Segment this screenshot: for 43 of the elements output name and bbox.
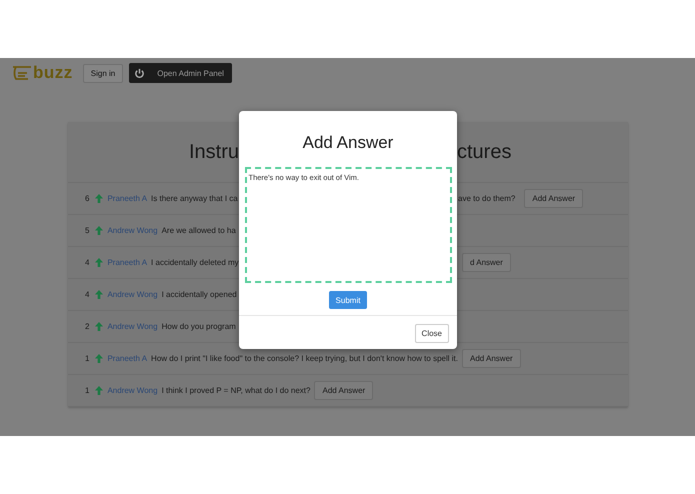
vote-count: 1 bbox=[85, 386, 90, 395]
question-text: I accidentally opened bbox=[162, 290, 237, 299]
panel-title: Instru bbox=[188, 140, 239, 164]
add-answer-button[interactable]: Add Answer bbox=[462, 349, 521, 368]
question-text: How do you program bbox=[162, 322, 236, 331]
upvote-arrow-icon[interactable] bbox=[95, 194, 104, 203]
logo-text: buzz bbox=[33, 63, 73, 83]
admin-panel-button[interactable]: Open Admin Panel bbox=[129, 63, 232, 83]
power-icon bbox=[134, 68, 146, 78]
author-link[interactable]: Praneeth A bbox=[107, 194, 148, 203]
close-button[interactable]: Close bbox=[414, 324, 449, 343]
add-answer-button[interactable]: Add Answer bbox=[314, 381, 374, 400]
question-text: I accidentally deleted my bbox=[151, 258, 239, 267]
author-link[interactable]: Andrew Wong bbox=[107, 322, 158, 331]
question-text: Is there anyway that I ca bbox=[151, 194, 238, 203]
upvote-arrow-icon[interactable] bbox=[95, 226, 104, 235]
vote-count: 1 bbox=[85, 354, 90, 363]
panel-title: ctures bbox=[457, 140, 512, 164]
vote-count: 4 bbox=[85, 258, 90, 267]
author-link[interactable]: Praneeth A bbox=[107, 258, 148, 267]
question-text: ave to do them? bbox=[458, 194, 516, 203]
upvote-arrow-icon[interactable] bbox=[95, 258, 104, 267]
logo-icon bbox=[12, 66, 32, 80]
sign-in-button[interactable]: Sign in bbox=[82, 64, 124, 82]
author-link[interactable]: Andrew Wong bbox=[107, 290, 158, 299]
author-link[interactable]: Andrew Wong bbox=[107, 386, 158, 395]
author-link[interactable]: Praneeth A bbox=[107, 354, 148, 363]
vote-count: 5 bbox=[85, 226, 90, 235]
question-text: How do I print "I like food" to the console? I keep trying, but I don't know how to spell it. bbox=[151, 354, 458, 363]
question-text: I think I proved P = NP, what do I do next? bbox=[162, 386, 310, 395]
question-text: Are we allowed to ha bbox=[162, 226, 236, 235]
upvote-arrow-icon[interactable] bbox=[95, 354, 104, 363]
submit-button[interactable]: Submit bbox=[328, 291, 368, 309]
vote-count: 4 bbox=[85, 290, 90, 299]
dialog-title: Add Answer bbox=[302, 133, 394, 153]
add-answer-button[interactable]: Add Answer bbox=[524, 189, 584, 208]
upvote-arrow-icon[interactable] bbox=[95, 322, 104, 331]
vote-count: 6 bbox=[85, 194, 90, 203]
add-answer-button[interactable]: d Answer bbox=[462, 253, 511, 272]
upvote-arrow-icon[interactable] bbox=[95, 386, 104, 395]
vote-count: 2 bbox=[85, 322, 90, 331]
upvote-arrow-icon[interactable] bbox=[95, 290, 104, 299]
author-link[interactable]: Andrew Wong bbox=[107, 226, 158, 235]
